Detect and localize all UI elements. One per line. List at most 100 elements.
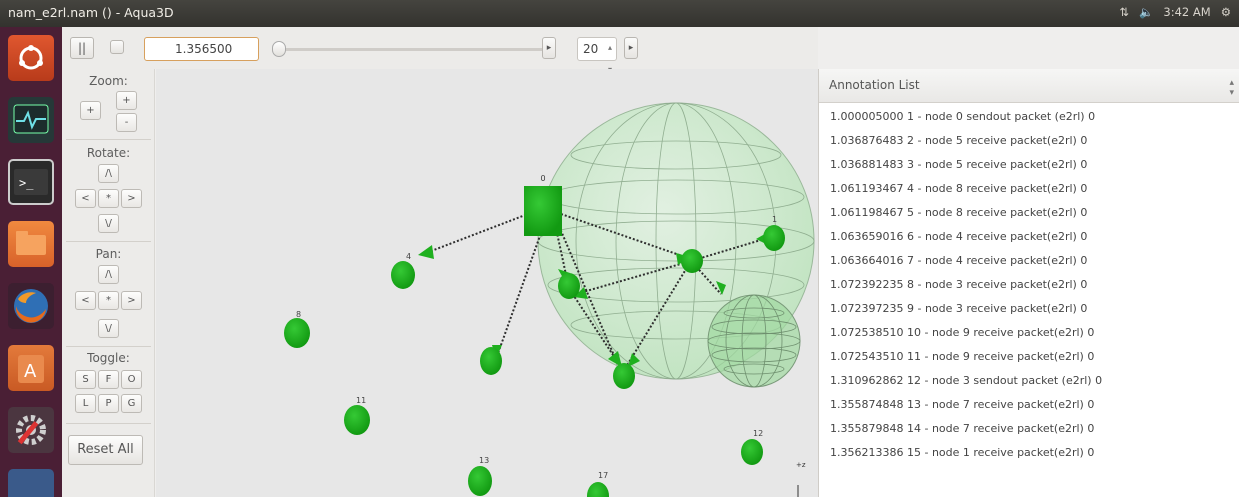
zoom-label: Zoom: bbox=[89, 74, 128, 88]
toggle-f-button[interactable]: F bbox=[98, 370, 119, 389]
settings-gear-icon[interactable]: ⚙ bbox=[1221, 5, 1231, 19]
control-panel: Zoom: + + - Rotate: /\ < * > \/ Pan: /\ … bbox=[62, 69, 155, 497]
pause-button[interactable]: || bbox=[70, 37, 94, 59]
reset-all-button[interactable]: Reset All bbox=[68, 435, 143, 465]
node-label: 13 bbox=[479, 456, 489, 465]
toolbar-checkbox[interactable] bbox=[110, 40, 124, 54]
annotation-item[interactable]: 1.036876483 2 - node 5 receive packet(e2… bbox=[819, 129, 1239, 153]
firefox-icon[interactable] bbox=[8, 283, 54, 329]
annotation-list-title: Annotation List bbox=[829, 78, 920, 92]
annotation-item[interactable]: 1.355879848 14 - node 7 receive packet(e… bbox=[819, 417, 1239, 441]
toggle-s-button[interactable]: S bbox=[75, 370, 96, 389]
system-settings-icon[interactable] bbox=[8, 407, 54, 453]
launcher-app-icon[interactable] bbox=[8, 469, 54, 497]
node-label: 11 bbox=[356, 396, 366, 405]
system-monitor-icon[interactable] bbox=[8, 97, 54, 143]
separator bbox=[66, 346, 151, 347]
node-label: 1 bbox=[772, 215, 777, 224]
sensor-node[interactable]: 12 bbox=[741, 429, 763, 465]
annotation-item[interactable]: 1.072538510 10 - node 9 receive packet(e… bbox=[819, 321, 1239, 345]
sensor-node[interactable]: 17 bbox=[587, 471, 609, 497]
toggle-o-button[interactable]: O bbox=[121, 370, 142, 389]
sensor-node[interactable]: 13 bbox=[468, 456, 492, 496]
sensor-node[interactable]: 4 bbox=[391, 252, 415, 289]
pan-right-button[interactable]: > bbox=[121, 291, 142, 310]
step-forward-button[interactable]: ▸ bbox=[624, 37, 638, 59]
small-range-sphere bbox=[707, 294, 801, 388]
annotation-list: 1.000005000 1 - node 0 sendout packet (e… bbox=[819, 105, 1239, 465]
slider-step-up-button[interactable]: ▸ bbox=[542, 37, 556, 59]
launcher: >_ A bbox=[0, 27, 62, 497]
step-value: 20 bbox=[583, 42, 599, 56]
volume-icon[interactable]: 🔈 bbox=[1139, 5, 1153, 19]
node-label: 0 bbox=[540, 174, 545, 183]
terminal-icon[interactable]: >_ bbox=[8, 159, 54, 205]
node-label: 8 bbox=[296, 310, 301, 319]
aqua3d-window: || 1.356500 ▸ 20 ▴▾ ▸ Zoom: + + - Rotate… bbox=[62, 27, 1239, 497]
software-center-icon[interactable]: A bbox=[8, 345, 54, 391]
node-label: 17 bbox=[598, 471, 608, 480]
separator bbox=[66, 423, 151, 424]
annotation-item[interactable]: 1.061198467 5 - node 8 receive packet(e2… bbox=[819, 201, 1239, 225]
zoom-plus-button[interactable]: + bbox=[80, 101, 101, 120]
spin-arrows-icon[interactable]: ▴▾ bbox=[1229, 78, 1234, 98]
annotation-item[interactable]: 1.072397235 9 - node 3 receive packet(e2… bbox=[819, 297, 1239, 321]
time-slider-track[interactable] bbox=[276, 48, 544, 51]
annotation-item[interactable]: 1.063664016 7 - node 4 receive packet(e2… bbox=[819, 249, 1239, 273]
sensor-node[interactable] bbox=[558, 273, 580, 299]
toggle-p-button[interactable]: P bbox=[98, 394, 119, 413]
annotation-item[interactable]: 1.072543510 11 - node 9 receive packet(e… bbox=[819, 345, 1239, 369]
sensor-node[interactable] bbox=[681, 249, 703, 273]
pan-left-button[interactable]: < bbox=[75, 291, 96, 310]
system-tray: ⇅ 🔈 3:42 AM ⚙ bbox=[1119, 5, 1231, 19]
3d-viewport[interactable]: 0 4 1 8 11 12 13 17 +z bbox=[156, 69, 818, 497]
time-field[interactable]: 1.356500 bbox=[144, 37, 259, 61]
axis-label: +z bbox=[796, 461, 806, 469]
pan-down-button[interactable]: \/ bbox=[98, 319, 119, 338]
toolbar: || 1.356500 ▸ 20 ▴▾ ▸ bbox=[62, 27, 818, 74]
rotate-up-button[interactable]: /\ bbox=[98, 164, 119, 183]
annotation-item[interactable]: 1.061193467 4 - node 8 receive packet(e2… bbox=[819, 177, 1239, 201]
annotation-item[interactable]: 1.000005000 1 - node 0 sendout packet (e… bbox=[819, 105, 1239, 129]
zoom-out-button[interactable]: - bbox=[116, 113, 137, 132]
pan-label: Pan: bbox=[95, 247, 122, 261]
sensor-node[interactable]: 11 bbox=[344, 396, 370, 435]
window-title: nam_e2rl.nam () - Aqua3D bbox=[8, 5, 174, 20]
rotate-label: Rotate: bbox=[86, 146, 131, 160]
z-axis-indicator: +z bbox=[796, 461, 806, 497]
annotation-list-selector[interactable]: Annotation List ▴ ▾ bbox=[819, 69, 1239, 103]
sensor-node[interactable] bbox=[480, 347, 502, 375]
annotation-panel: Annotation List ▴ ▾ 1.000005000 1 - node … bbox=[818, 69, 1239, 497]
separator bbox=[66, 139, 151, 140]
rotate-down-button[interactable]: \/ bbox=[98, 214, 119, 233]
pan-center-button[interactable]: * bbox=[98, 291, 119, 310]
dash-home-icon[interactable] bbox=[8, 35, 54, 81]
toggle-g-button[interactable]: G bbox=[121, 394, 142, 413]
node-label: 4 bbox=[406, 252, 411, 261]
annotation-item[interactable]: 1.072392235 8 - node 3 receive packet(e2… bbox=[819, 273, 1239, 297]
files-folder-icon[interactable] bbox=[8, 221, 54, 267]
sensor-node[interactable] bbox=[613, 363, 635, 389]
annotation-item[interactable]: 1.355874848 13 - node 7 receive packet(e… bbox=[819, 393, 1239, 417]
annotation-item[interactable]: 1.356213386 15 - node 1 receive packet(e… bbox=[819, 441, 1239, 465]
clock[interactable]: 3:42 AM bbox=[1163, 5, 1210, 19]
separator bbox=[66, 241, 151, 242]
rotate-left-button[interactable]: < bbox=[75, 189, 96, 208]
svg-text:>_: >_ bbox=[19, 176, 34, 190]
annotation-item[interactable]: 1.063659016 6 - node 4 receive packet(e2… bbox=[819, 225, 1239, 249]
toggle-label: Toggle: bbox=[87, 351, 130, 365]
toggle-l-button[interactable]: L bbox=[75, 394, 96, 413]
rotate-center-button[interactable]: * bbox=[98, 189, 119, 208]
step-spinbox[interactable]: 20 ▴▾ bbox=[577, 37, 617, 74]
zoom-in-button[interactable]: + bbox=[116, 91, 137, 110]
time-slider-knob[interactable] bbox=[272, 41, 286, 57]
scene-svg: 0 4 1 8 11 12 13 17 +z bbox=[284, 102, 815, 497]
rotate-right-button[interactable]: > bbox=[121, 189, 142, 208]
network-icon[interactable]: ⇅ bbox=[1119, 5, 1129, 19]
pan-up-button[interactable]: /\ bbox=[98, 265, 119, 284]
annotation-item[interactable]: 1.310962862 12 - node 3 sendout packet (… bbox=[819, 369, 1239, 393]
svg-text:A: A bbox=[24, 361, 37, 382]
sensor-node[interactable]: 8 bbox=[284, 310, 310, 348]
node-label: 12 bbox=[753, 429, 763, 438]
annotation-item[interactable]: 1.036881483 3 - node 5 receive packet(e2… bbox=[819, 153, 1239, 177]
